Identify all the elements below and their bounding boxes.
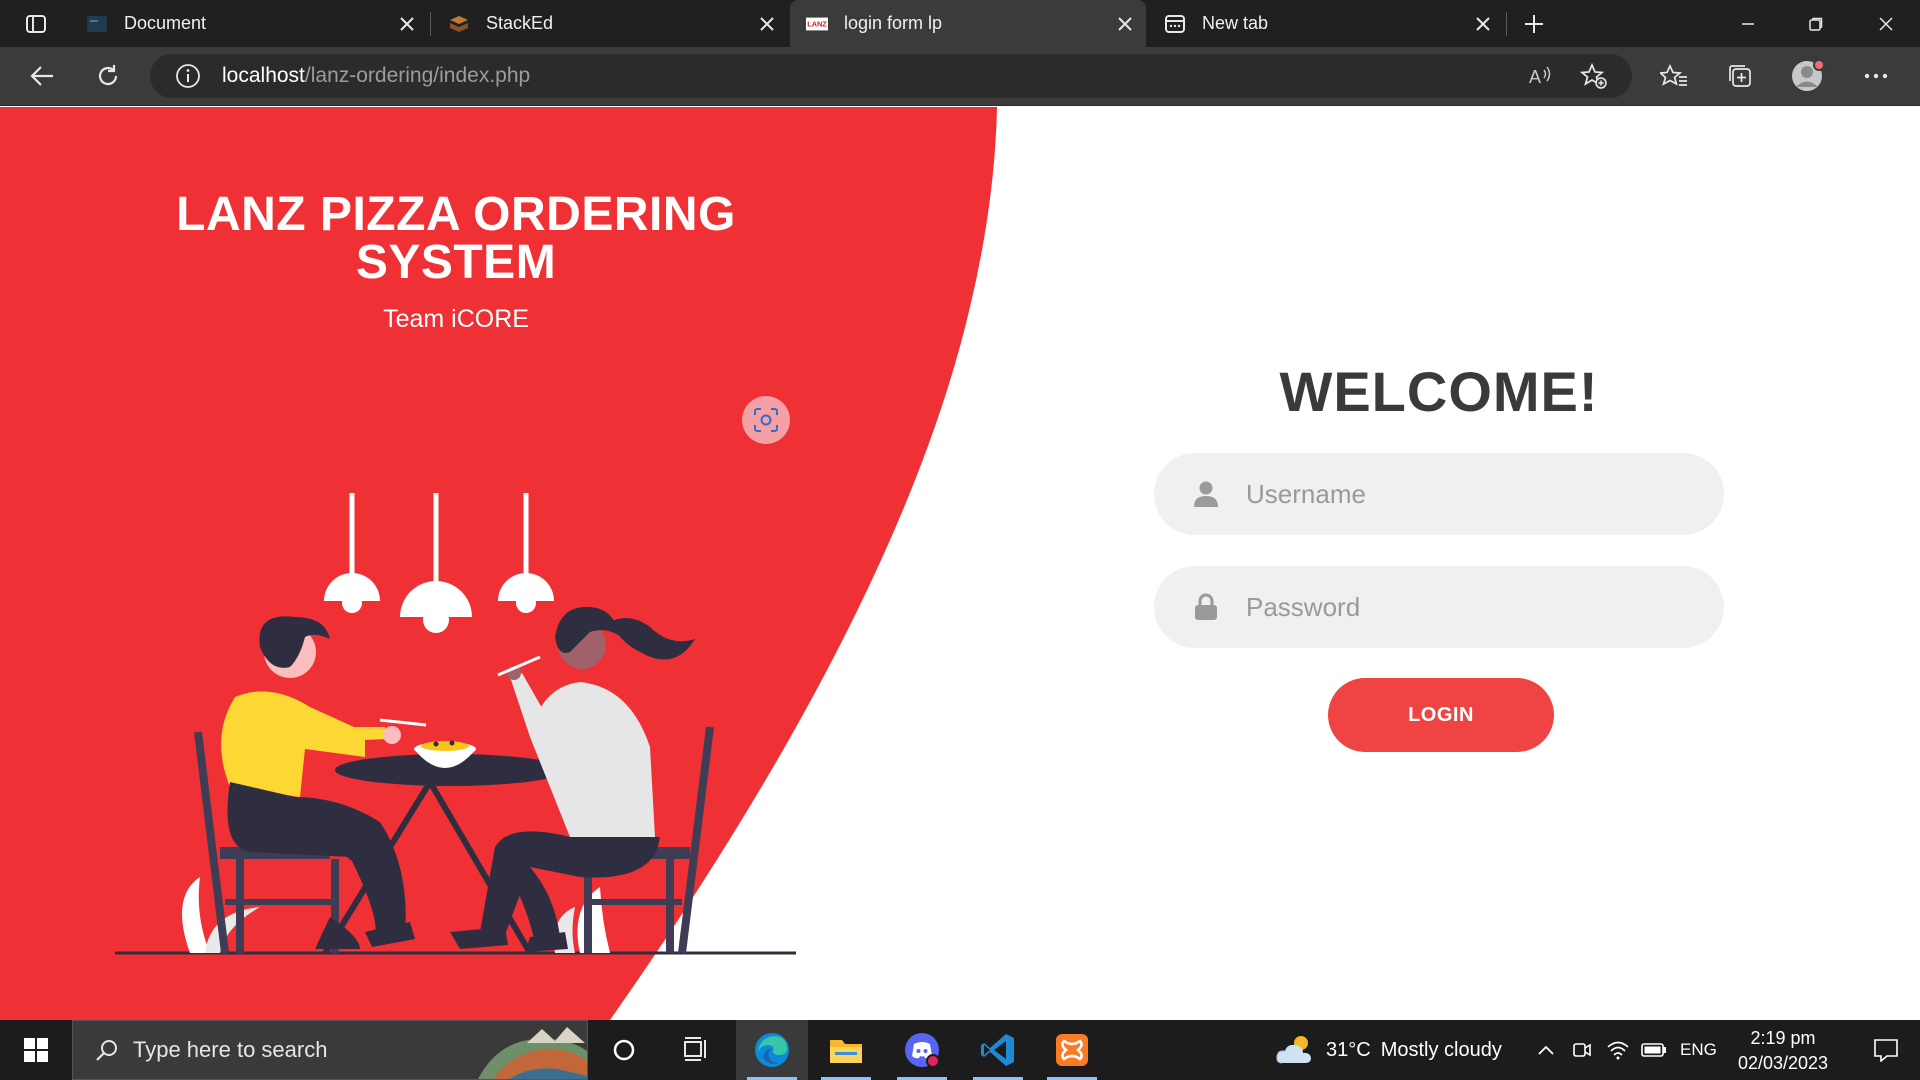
close-tab-icon[interactable]: [1110, 9, 1140, 39]
taskbar-search-box[interactable]: Type here to search: [72, 1020, 588, 1080]
url-host: localhost: [222, 64, 305, 87]
minimize-button[interactable]: [1714, 0, 1782, 47]
password-field[interactable]: [1154, 566, 1724, 648]
refresh-button[interactable]: [88, 56, 128, 96]
start-button[interactable]: [0, 1020, 72, 1080]
svg-text:A: A: [1529, 67, 1541, 87]
collections-icon[interactable]: [1720, 56, 1760, 96]
username-field[interactable]: [1154, 453, 1724, 535]
profile-avatar[interactable]: [1788, 56, 1828, 96]
tab-separator: [430, 12, 431, 36]
task-view-icon[interactable]: [660, 1020, 732, 1080]
input-language[interactable]: ENG: [1680, 1020, 1717, 1080]
close-window-button[interactable]: [1852, 0, 1920, 47]
favorites-icon[interactable]: [1654, 56, 1694, 96]
svg-text:LANZ: LANZ: [807, 19, 827, 28]
xampp-icon[interactable]: [1036, 1020, 1108, 1080]
tab-title: Document: [124, 13, 207, 33]
notification-center-icon[interactable]: [1852, 1020, 1920, 1080]
tab-new-tab[interactable]: New tab: [1148, 0, 1504, 47]
browser-tab-bar: Document StackEd LANZ login form lp New …: [0, 0, 1920, 47]
address-bar[interactable]: localhost/lanz-ordering/index.php A: [150, 54, 1632, 98]
read-aloud-icon[interactable]: A: [1520, 56, 1560, 96]
tab-separator: [1506, 12, 1507, 36]
login-button[interactable]: LOGIN: [1328, 678, 1554, 752]
battery-icon[interactable]: [1640, 1020, 1668, 1080]
new-tab-favicon: [1164, 13, 1186, 35]
search-placeholder: Type here to search: [133, 1037, 328, 1062]
browser-toolbar: localhost/lanz-ordering/index.php A: [0, 47, 1920, 106]
tab-document[interactable]: Document: [70, 0, 428, 47]
username-input[interactable]: [1246, 478, 1686, 510]
tab-actions-menu-icon[interactable]: [14, 10, 58, 38]
add-favorite-icon[interactable]: [1574, 56, 1614, 96]
tab-title: StackEd: [486, 13, 554, 33]
windows-taskbar: Type here to search 31°C Mostly cloudy E…: [0, 1020, 1920, 1080]
dining-couple-illustration: [115, 493, 796, 955]
clock-time: 2:19 pm: [1750, 1028, 1816, 1048]
brand-title-line1: LANZ PIZZA ORDERING: [176, 188, 736, 241]
windows-logo-icon: [24, 1038, 48, 1062]
vscode-icon[interactable]: [962, 1020, 1034, 1080]
document-favicon: [86, 13, 108, 35]
wifi-icon[interactable]: [1606, 1020, 1630, 1080]
site-info-icon[interactable]: [164, 54, 212, 98]
system-clock[interactable]: 2:19 pm 02/03/2023: [1718, 1026, 1848, 1076]
welcome-heading: WELCOME!: [1279, 360, 1599, 423]
brand-title: LANZ PIZZA ORDERING SYSTEM: [0, 191, 912, 287]
tab-title: New tab: [1202, 13, 1269, 33]
password-input[interactable]: [1246, 591, 1686, 623]
clock-date: 02/03/2023: [1737, 1053, 1829, 1073]
close-tab-icon[interactable]: [1468, 9, 1498, 39]
show-hidden-icons-chevron-icon[interactable]: [1532, 1020, 1560, 1080]
stacked-favicon: [448, 13, 470, 35]
url-path: /lanz-ordering/index.php: [304, 64, 531, 87]
weather-temperature: 31°C: [1326, 1038, 1371, 1061]
discord-icon[interactable]: [886, 1020, 958, 1080]
meet-now-icon[interactable]: [1570, 1020, 1594, 1080]
close-tab-icon[interactable]: [392, 9, 422, 39]
brand-title-line2: SYSTEM: [355, 236, 557, 289]
restore-button[interactable]: [1782, 0, 1850, 47]
new-tab-button[interactable]: [1518, 8, 1550, 40]
lanz-favicon: LANZ: [806, 13, 828, 35]
user-icon: [1184, 472, 1228, 516]
tab-title: login form lp: [844, 13, 943, 33]
lock-icon: [1184, 585, 1228, 629]
weather-widget[interactable]: 31°C Mostly cloudy: [1274, 1020, 1502, 1080]
brand-block: LANZ PIZZA ORDERING SYSTEM Team iCORE: [0, 191, 912, 334]
search-highlight-art: [478, 1027, 587, 1079]
weather-description: Mostly cloudy: [1380, 1038, 1502, 1061]
more-options-icon[interactable]: [1856, 56, 1896, 96]
cloudy-weather-icon: [1276, 1036, 1311, 1064]
edge-icon[interactable]: [736, 1020, 808, 1080]
tab-login-form[interactable]: LANZ login form lp: [790, 0, 1146, 47]
close-tab-icon[interactable]: [752, 9, 782, 39]
team-name: Team iCORE: [383, 305, 529, 333]
back-button[interactable]: [22, 56, 62, 96]
tab-stacked[interactable]: StackEd: [432, 0, 788, 47]
cortana-icon[interactable]: [588, 1020, 660, 1080]
file-explorer-icon[interactable]: [810, 1020, 882, 1080]
login-page: LANZ PIZZA ORDERING SYSTEM Team iCORE WE…: [0, 107, 1920, 1020]
url-text[interactable]: localhost/lanz-ordering/index.php: [222, 64, 530, 88]
search-icon: [87, 1038, 127, 1062]
